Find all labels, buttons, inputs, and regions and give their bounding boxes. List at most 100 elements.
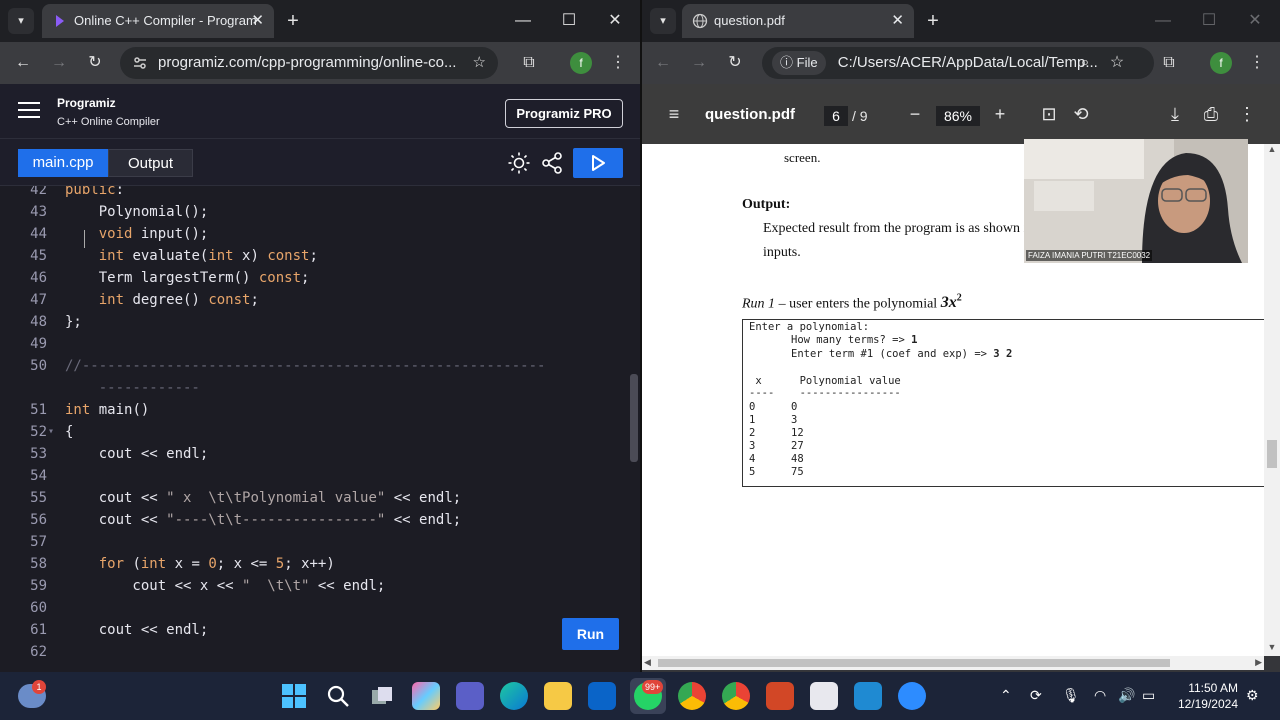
close-tab-icon[interactable]: ✕ (251, 4, 264, 38)
zoom-icon[interactable] (898, 682, 926, 710)
reload-icon[interactable]: ↻ (720, 48, 750, 78)
powerpoint-icon[interactable] (766, 682, 794, 710)
new-tab-icon[interactable]: + (278, 6, 308, 36)
code-line[interactable]: 43 Polynomial(); (0, 201, 610, 223)
notification-bell-icon[interactable]: ⚙ (1246, 687, 1259, 704)
pdf-horizontal-scrollbar[interactable]: ◀ ▶ (642, 656, 1264, 670)
zoom-level[interactable]: 86% (936, 106, 980, 126)
reload-icon[interactable]: ↻ (80, 48, 110, 78)
system-clock[interactable]: 11:50 AM 12/19/2024 (1170, 680, 1238, 712)
hamburger-menu-icon[interactable] (18, 102, 40, 118)
close-tab-icon[interactable]: ✕ (891, 4, 904, 38)
code-line[interactable]: 45 int evaluate(int x) const; (0, 245, 610, 267)
task-view-icon[interactable] (368, 682, 396, 710)
maximize-icon[interactable]: ☐ (1186, 6, 1232, 36)
pdf-more-icon[interactable]: ⋮ (1235, 104, 1259, 125)
code-line[interactable]: 61 cout << endl; (0, 619, 610, 641)
tab-question-pdf[interactable]: question.pdf ✕ (682, 4, 914, 38)
volume-icon[interactable]: 🔊 (1118, 687, 1135, 704)
code-line[interactable]: 50 //------------------------------------… (0, 355, 610, 377)
search-icon[interactable] (324, 682, 352, 710)
extensions-icon[interactable]: ⧉ (514, 48, 544, 78)
new-tab-icon[interactable]: + (918, 6, 948, 36)
outlook-icon[interactable] (588, 682, 616, 710)
minimize-icon[interactable]: — (1140, 6, 1186, 36)
menu-kebab-icon[interactable]: ⋮ (603, 48, 633, 78)
battery-icon[interactable]: ▭ (1142, 687, 1155, 704)
code-line[interactable]: ------------ (0, 377, 610, 399)
pdf-vertical-scrollbar[interactable]: ▲ ▼ (1264, 144, 1280, 656)
snipping-tool-icon[interactable] (810, 682, 838, 710)
tab-search-icon[interactable]: ▾ (650, 8, 676, 34)
profile-avatar[interactable]: f (570, 52, 592, 74)
pdf-scroll-thumb[interactable] (1267, 440, 1277, 468)
close-window-icon[interactable]: ✕ (1232, 6, 1278, 36)
pdf-hscroll-thumb[interactable] (658, 659, 1170, 667)
code-line[interactable]: 57 (0, 531, 610, 553)
run-play-button[interactable] (573, 148, 623, 178)
code-editor[interactable]: Run 42 public: 43 Polynomial(); 44 void inp… (0, 186, 640, 672)
copilot-icon[interactable] (412, 682, 440, 710)
file-explorer-icon[interactable] (544, 682, 572, 710)
edge-icon[interactable] (500, 682, 528, 710)
zoom-in-icon[interactable]: + (988, 104, 1012, 125)
teams-icon[interactable] (456, 682, 484, 710)
chrome-profile-icon[interactable] (678, 682, 706, 710)
close-window-icon[interactable]: ✕ (592, 6, 638, 36)
forward-icon[interactable]: → (44, 48, 74, 78)
code-line[interactable]: 55 cout << " x \t\tPolynomial value" << … (0, 487, 610, 509)
scroll-up-icon[interactable]: ▲ (1264, 144, 1280, 158)
code-line[interactable]: 51 int main() (0, 399, 610, 421)
rotate-icon[interactable]: ⟲ (1069, 104, 1093, 125)
microphone-icon[interactable]: 🎙 (1062, 687, 1080, 704)
code-line[interactable]: 49 (0, 333, 610, 355)
code-line[interactable]: 46 Term largestTerm() const; (0, 267, 610, 289)
scroll-right-icon[interactable]: ▶ (1255, 657, 1262, 668)
zoom-out-icon[interactable]: − (903, 104, 927, 125)
chrome-icon[interactable] (722, 682, 750, 710)
download-icon[interactable]: ⤓ (1163, 104, 1187, 125)
back-icon[interactable]: ← (648, 48, 678, 78)
code-line[interactable]: 44 void input(); (0, 223, 610, 245)
editor-scrollbar[interactable] (629, 186, 639, 672)
code-line[interactable]: 58 for (int x = 0; x <= 5; x++) (0, 553, 610, 575)
share-icon[interactable] (540, 151, 564, 175)
code-line[interactable]: 47 int degree() const; (0, 289, 610, 311)
tray-overflow-icon[interactable]: ⌃ (1000, 687, 1012, 704)
extensions-icon[interactable]: ⧉ (1154, 48, 1184, 78)
code-line[interactable]: 53 cout << endl; (0, 443, 610, 465)
site-info-icon[interactable] (132, 55, 148, 71)
tab-programiz[interactable]: Online C++ Compiler - Program ✕ (42, 4, 274, 38)
code-line[interactable]: 59 cout << x << " \t\t" << endl; (0, 575, 610, 597)
print-icon[interactable]: ⎙ (1199, 104, 1223, 125)
code-line[interactable]: 60 (0, 597, 610, 619)
code-line[interactable]: 42 public: (0, 186, 610, 201)
minimize-icon[interactable]: — (500, 6, 546, 36)
programiz-pro-button[interactable]: Programiz PRO (505, 99, 623, 128)
profile-avatar[interactable]: f (1210, 52, 1232, 74)
tab-search-icon[interactable]: ▾ (8, 8, 34, 34)
editor-scrollbar-thumb[interactable] (630, 374, 638, 462)
forward-icon[interactable]: → (684, 48, 714, 78)
bookmark-star-icon[interactable]: ☆ (1102, 48, 1132, 78)
code-line[interactable]: 48}; (0, 311, 610, 333)
fold-arrow-icon[interactable]: ▾ (48, 421, 54, 443)
zoom-search-icon[interactable]: ⌕ (1070, 48, 1100, 78)
code-line[interactable]: 52 ▾ { (0, 421, 610, 443)
menu-kebab-icon[interactable]: ⋮ (1242, 48, 1272, 78)
code-line[interactable]: 54 (0, 465, 610, 487)
maximize-icon[interactable]: ☐ (546, 6, 592, 36)
page-number-input[interactable]: 6 (824, 106, 848, 126)
fit-page-icon[interactable]: ⊡ (1037, 104, 1061, 125)
windows-start-icon[interactable] (280, 682, 308, 710)
scroll-left-icon[interactable]: ◀ (644, 657, 651, 668)
sync-icon[interactable]: ⟳ (1030, 687, 1042, 704)
back-icon[interactable]: ← (8, 48, 38, 78)
tab-main-cpp[interactable]: main.cpp (18, 149, 108, 177)
code-line[interactable]: 62 (0, 641, 610, 663)
file-scheme-chip[interactable]: ⓘ File (772, 51, 826, 75)
wifi-icon[interactable]: ◠ (1094, 687, 1106, 704)
bookmark-star-icon[interactable]: ☆ (473, 47, 486, 79)
address-bar[interactable]: programiz.com/cpp-programming/online-co.… (120, 47, 498, 79)
theme-sun-icon[interactable] (507, 151, 531, 175)
